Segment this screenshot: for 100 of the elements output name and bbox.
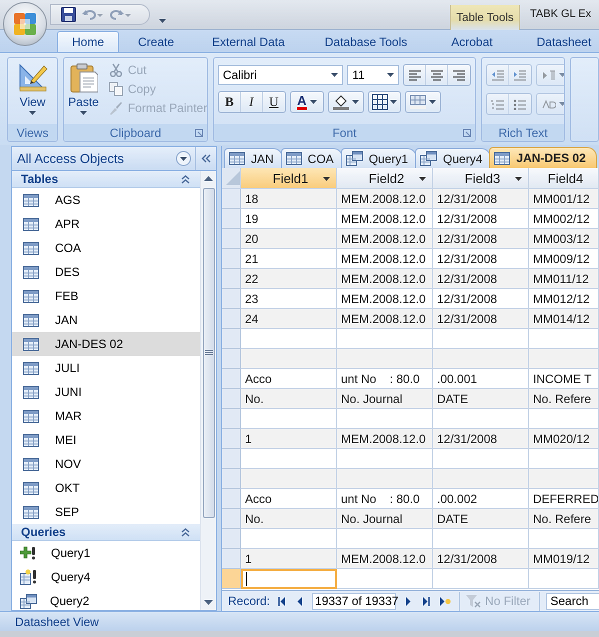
view-button[interactable]: View xyxy=(16,61,49,124)
active-cell[interactable] xyxy=(241,569,337,589)
dropdown-icon[interactable] xyxy=(176,151,191,166)
ribbon-tab[interactable]: Acrobat xyxy=(436,31,508,52)
table-cell: MEM.2008.12.0 xyxy=(337,229,433,249)
column-header[interactable]: Field3 xyxy=(433,168,529,189)
collapse-icon[interactable] xyxy=(181,528,190,536)
table-cell: DATE xyxy=(433,389,529,409)
record-number-field[interactable]: 19337 of 19337 xyxy=(312,592,396,610)
format-button[interactable]: U xyxy=(262,92,285,112)
dialog-launcher-icon[interactable] xyxy=(194,129,203,137)
new-record-icon[interactable] xyxy=(438,596,454,606)
navigation-item[interactable]: Query4 xyxy=(12,565,200,589)
column-header[interactable]: Field2 xyxy=(337,168,433,189)
navigation-item[interactable]: MEI xyxy=(12,428,200,452)
row-selector[interactable] xyxy=(222,409,241,429)
document-tab[interactable]: JAN xyxy=(224,148,283,168)
table-cell xyxy=(529,569,599,589)
navigation-item[interactable]: JULI xyxy=(12,356,200,380)
font-name-field[interactable]: Calibri xyxy=(218,65,344,85)
select-all-corner[interactable] xyxy=(222,168,241,189)
row-selector[interactable] xyxy=(222,509,241,529)
collapse-icon[interactable] xyxy=(181,174,190,184)
navigation-item[interactable]: DES xyxy=(12,260,200,284)
table-cell: MEM.2008.12.0 xyxy=(337,429,433,449)
group-label: Font xyxy=(214,124,476,141)
table-cell: MEM.2008.12.0 xyxy=(337,269,433,289)
row-selector[interactable] xyxy=(222,289,241,309)
column-header[interactable]: Field4 xyxy=(529,168,599,189)
caret-icon[interactable] xyxy=(323,177,330,181)
row-selector[interactable] xyxy=(222,309,241,329)
table-cell: 1 xyxy=(241,549,337,569)
document-tab[interactable]: COA xyxy=(280,148,343,168)
document-tab[interactable]: Query1 xyxy=(340,148,418,168)
row-selector[interactable] xyxy=(222,549,241,569)
row-selector[interactable] xyxy=(222,209,241,229)
row-selector[interactable] xyxy=(222,389,241,409)
group-header[interactable]: Queries xyxy=(12,524,200,541)
table-cell: MM011/12 xyxy=(529,269,599,289)
navigation-item[interactable]: SEP xyxy=(12,500,200,524)
row-selector[interactable] xyxy=(222,489,241,509)
format-button[interactable]: I xyxy=(240,92,263,112)
scroll-down-icon[interactable] xyxy=(204,600,213,605)
table-icon xyxy=(23,314,39,326)
format-button[interactable]: B xyxy=(218,92,241,112)
navigation-item[interactable]: APR xyxy=(12,212,200,236)
clipboard-icon xyxy=(70,63,98,93)
row-selector[interactable] xyxy=(222,329,241,349)
row-selector[interactable] xyxy=(222,349,241,369)
search-field[interactable]: Search xyxy=(546,592,599,610)
row-selector[interactable] xyxy=(222,529,241,549)
office-button[interactable] xyxy=(3,2,47,46)
font-color-button[interactable]: A xyxy=(290,92,323,112)
table-icon xyxy=(23,266,39,278)
navigation-item[interactable]: Query1 xyxy=(12,541,200,565)
row-selector[interactable] xyxy=(222,429,241,449)
row-selector[interactable] xyxy=(222,449,241,469)
row-selector[interactable] xyxy=(222,229,241,249)
navigation-item[interactable]: JUNI xyxy=(12,380,200,404)
row-selector[interactable] xyxy=(222,249,241,269)
row-selector[interactable] xyxy=(222,269,241,289)
scroll-up-icon[interactable] xyxy=(204,176,213,181)
document-tab[interactable]: JAN-DES 02 xyxy=(489,147,597,168)
row-selector[interactable] xyxy=(222,369,241,389)
navigation-item[interactable]: OKT xyxy=(12,476,200,500)
pane-header[interactable]: All Access Objects xyxy=(12,147,216,171)
save-icon[interactable] xyxy=(61,7,76,22)
scroll-thumb[interactable] xyxy=(202,188,214,518)
redo-icon[interactable] xyxy=(110,8,132,20)
ribbon-tab[interactable]: Create xyxy=(123,31,190,52)
paste-button[interactable]: Paste xyxy=(68,61,99,124)
caret-icon[interactable] xyxy=(419,177,426,181)
column-header[interactable]: Field1 xyxy=(241,168,337,189)
navigation-item[interactable]: COA xyxy=(12,236,200,260)
ribbon-tab[interactable]: Database Tools xyxy=(310,31,422,52)
ribbon-tab[interactable]: Datasheet xyxy=(522,31,599,52)
navigation-item[interactable]: NOV xyxy=(12,452,200,476)
table-cell: 12/31/2008 xyxy=(433,429,529,449)
scrollbar[interactable] xyxy=(200,171,216,610)
caret-icon[interactable] xyxy=(515,177,522,181)
navigation-item[interactable]: Query2 xyxy=(12,589,200,610)
navigation-item[interactable]: JAN xyxy=(12,308,200,332)
dialog-launcher-icon[interactable] xyxy=(463,129,472,137)
table-icon xyxy=(286,152,302,165)
caret-icon xyxy=(352,100,359,104)
group-header[interactable]: Tables xyxy=(12,171,200,188)
navigation-item[interactable]: AGS xyxy=(12,188,200,212)
last-record-icon[interactable] xyxy=(420,596,432,606)
row-selector[interactable] xyxy=(222,189,241,209)
ribbon-tab[interactable]: Home xyxy=(57,31,120,52)
table-icon xyxy=(23,218,39,230)
font-size-field[interactable]: 11 xyxy=(347,65,400,85)
row-selector[interactable] xyxy=(222,469,241,489)
document-tab[interactable]: Query4 xyxy=(415,148,492,168)
navigation-item[interactable]: MAR xyxy=(12,404,200,428)
ribbon-tab[interactable]: External Data xyxy=(197,31,300,52)
undo-icon[interactable] xyxy=(82,8,104,20)
navigation-item[interactable]: JAN-DES 02 xyxy=(12,332,200,356)
navigation-item[interactable]: FEB xyxy=(12,284,200,308)
caret-icon xyxy=(559,73,564,77)
